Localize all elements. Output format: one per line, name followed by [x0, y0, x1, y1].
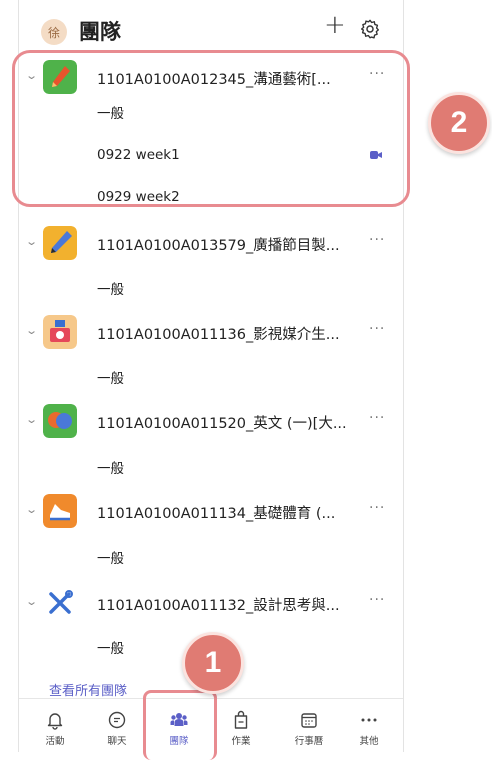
callout-badge-1: 1 [182, 632, 244, 694]
tab-assignments[interactable]: 作業 [211, 699, 271, 753]
calendar-icon [301, 713, 317, 728]
chevron-down-icon[interactable]: ⌄ [25, 235, 38, 248]
highlight-box [12, 50, 410, 207]
camera-icon [43, 315, 77, 349]
tab-more[interactable]: 其他 [339, 699, 399, 753]
tools-icon [43, 586, 77, 620]
tab-chat[interactable]: 聊天 [87, 699, 147, 753]
speech-bubbles-icon [43, 404, 77, 438]
tab-calendar[interactable]: 行事曆 [279, 699, 339, 753]
team-name[interactable]: 1101A0100A011520_英文 (一)[大... [97, 412, 357, 433]
tab-label: 活動 [45, 736, 65, 747]
channel-item[interactable]: 一般 [97, 457, 124, 477]
more-options-icon[interactable]: ··· [369, 321, 385, 337]
chat-icon [108, 711, 126, 729]
team-name[interactable]: 1101A0100A013579_廣播節目製... [97, 234, 357, 255]
team-name[interactable]: 1101A0100A011132_設計思考與... [97, 594, 357, 615]
view-all-teams-link[interactable]: 查看所有團隊 [49, 680, 127, 699]
more-icon [361, 718, 377, 722]
callout-badge-2: 2 [428, 92, 490, 154]
channel-item[interactable]: 一般 [97, 367, 124, 387]
channel-item[interactable]: 一般 [97, 547, 124, 567]
more-options-icon[interactable]: ··· [369, 410, 385, 426]
pencil-icon [43, 226, 77, 260]
chevron-down-icon[interactable]: ⌄ [25, 595, 38, 608]
more-options-icon[interactable]: ··· [369, 232, 385, 248]
tab-label: 聊天 [107, 736, 127, 747]
gear-icon[interactable] [359, 18, 381, 40]
assignment-icon [234, 710, 248, 729]
tab-label: 其他 [359, 736, 379, 747]
page-title: 團隊 [79, 20, 121, 44]
more-options-icon[interactable]: ··· [369, 592, 385, 608]
chevron-down-icon[interactable]: ⌄ [25, 324, 38, 337]
sneaker-icon [43, 494, 77, 528]
add-icon[interactable]: + [324, 12, 346, 38]
tab-label: 作業 [231, 736, 251, 747]
tab-label: 行事曆 [294, 736, 324, 747]
chevron-down-icon[interactable]: ⌄ [25, 413, 38, 426]
avatar[interactable]: 徐 [41, 19, 67, 45]
highlight-box [143, 690, 217, 760]
tab-activity[interactable]: 活動 [25, 699, 85, 753]
bell-icon [47, 713, 63, 730]
team-name[interactable]: 1101A0100A011134_基礎體育 (... [97, 502, 357, 523]
chevron-down-icon[interactable]: ⌄ [25, 503, 38, 516]
channel-item[interactable]: 一般 [97, 278, 124, 298]
channel-item[interactable]: 一般 [97, 637, 124, 657]
team-name[interactable]: 1101A0100A011136_影視媒介生... [97, 323, 357, 344]
more-options-icon[interactable]: ··· [369, 500, 385, 516]
